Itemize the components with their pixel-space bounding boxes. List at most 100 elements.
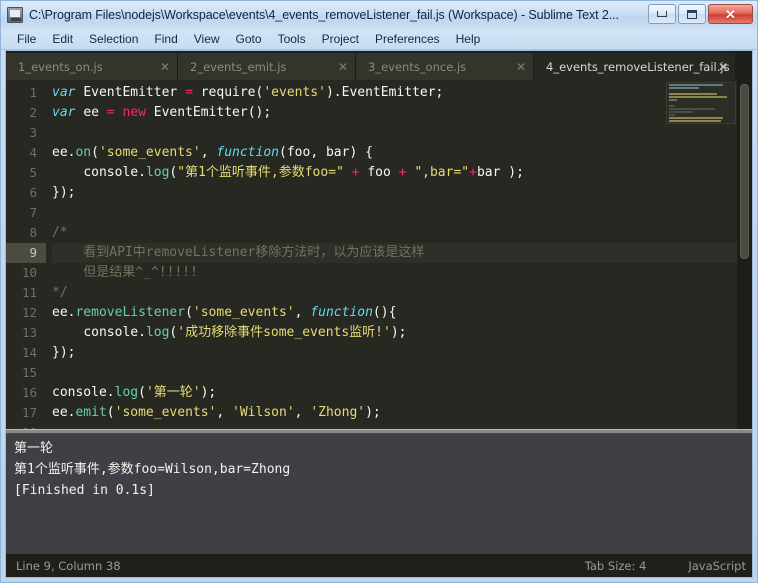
code-line-5: console.log("第1个监听事件,参数foo=" + foo + ",b… xyxy=(83,165,524,180)
minimap-line xyxy=(669,84,723,86)
line-number: 12 xyxy=(21,305,37,320)
line-number: 8 xyxy=(29,225,37,240)
code-line-4: ee.on('some_events', function(foo, bar) … xyxy=(52,145,373,160)
code-area[interactable]: 1 2 3 4 5 6 7 8 9 10 11 12 13 14 15 16 1… xyxy=(6,80,752,429)
menu-item-file[interactable]: File xyxy=(9,31,44,47)
tab-close-icon[interactable]: ✕ xyxy=(516,61,526,73)
minimize-icon xyxy=(657,11,667,17)
line-number: 3 xyxy=(29,125,37,140)
line-number: 15 xyxy=(21,365,37,380)
syntax-status[interactable]: JavaScript xyxy=(688,559,746,573)
minimap-line xyxy=(669,114,675,116)
menu-bar: File Edit Selection Find View Goto Tools… xyxy=(1,29,757,50)
sublime-text-window: C:\Program Files\nodejs\Workspace\events… xyxy=(0,0,758,583)
line-number: 16 xyxy=(21,385,37,400)
line-number: 10 xyxy=(21,265,37,280)
minimize-button[interactable] xyxy=(648,4,676,24)
minimap-line xyxy=(669,117,723,119)
code-line-1: var EventEmitter = require('events').Eve… xyxy=(52,85,444,100)
output-line: [Finished in 0.1s] xyxy=(14,483,155,498)
code-line-17: ee.emit('some_events', 'Wilson', 'Zhong'… xyxy=(52,405,381,420)
output-line: 第一轮 xyxy=(14,441,54,456)
line-number: 5 xyxy=(29,165,37,180)
window-title: C:\Program Files\nodejs\Workspace\events… xyxy=(29,8,619,22)
maximize-button[interactable] xyxy=(678,4,706,24)
close-icon: ✕ xyxy=(725,6,736,22)
cursor-position-status: Line 9, Column 38 xyxy=(16,558,121,573)
code-line-13: console.log('成功移除事件some_events监听!'); xyxy=(83,325,407,340)
menu-item-help[interactable]: Help xyxy=(448,31,489,47)
editor-shell: 1_events_on.js ✕ 2_events_emit.js ✕ 3_ev… xyxy=(5,50,753,578)
tab-size-status[interactable]: Tab Size: 4 xyxy=(585,559,647,573)
tab-label: 1_events_on.js xyxy=(18,59,103,74)
tab-label: 3_events_once.js xyxy=(368,59,467,74)
line-number: 17 xyxy=(21,405,37,420)
menu-item-preferences[interactable]: Preferences xyxy=(367,31,448,47)
line-number: 11 xyxy=(21,285,37,300)
tab-3-events-once[interactable]: 3_events_once.js ✕ xyxy=(356,53,534,80)
code-line-12: ee.removeListener('some_events', functio… xyxy=(52,305,397,320)
build-output-panel[interactable]: 第一轮 第1个监听事件,参数foo=Wilson,bar=Zhong [Fini… xyxy=(6,434,752,553)
code-line-8: /* xyxy=(52,225,68,240)
code-line-14: }); xyxy=(52,345,76,360)
line-number: 13 xyxy=(21,325,37,340)
sublime-app-icon xyxy=(7,7,23,23)
minimap-line xyxy=(669,123,677,124)
minimap-line xyxy=(669,96,727,98)
minimap-line xyxy=(669,120,721,122)
code-line-16: console.log('第一轮'); xyxy=(52,385,217,400)
menu-item-find[interactable]: Find xyxy=(146,31,185,47)
line-number: 6 xyxy=(29,185,37,200)
menu-item-tools[interactable]: Tools xyxy=(270,31,314,47)
tab-close-icon[interactable]: ✕ xyxy=(338,61,348,73)
menu-item-edit[interactable]: Edit xyxy=(44,31,81,47)
minimap-line xyxy=(669,105,675,107)
minimap-line xyxy=(669,111,693,113)
tab-close-icon[interactable]: ✕ xyxy=(718,61,728,73)
tab-2-events-emit[interactable]: 2_events_emit.js ✕ xyxy=(178,53,356,80)
line-number: 1 xyxy=(29,85,37,100)
maximize-icon xyxy=(687,9,697,19)
minimap-line xyxy=(669,108,715,110)
menu-item-selection[interactable]: Selection xyxy=(81,31,146,47)
menu-item-view[interactable]: View xyxy=(186,31,228,47)
output-line: 第1个监听事件,参数foo=Wilson,bar=Zhong xyxy=(14,462,291,477)
tab-4-events-removelistener-fail[interactable]: 4_events_removeListener_fail.js ✕ xyxy=(534,53,736,80)
window-controls: ✕ xyxy=(648,4,753,24)
minimap-line xyxy=(669,87,699,89)
minimap[interactable] xyxy=(666,82,736,124)
tab-close-icon[interactable]: ✕ xyxy=(160,61,170,73)
scrollbar-thumb[interactable] xyxy=(740,84,749,259)
title-bar: C:\Program Files\nodejs\Workspace\events… xyxy=(1,1,757,29)
line-number-gutter: 1 2 3 4 5 6 7 8 9 10 11 12 13 14 15 16 1… xyxy=(6,80,46,429)
tab-label: 2_events_emit.js xyxy=(190,59,287,74)
minimap-line xyxy=(669,99,677,101)
tab-bar: 1_events_on.js ✕ 2_events_emit.js ✕ 3_ev… xyxy=(6,51,752,80)
line-number-active: 9 xyxy=(6,243,46,263)
line-number: 18 xyxy=(6,423,46,429)
status-bar-right: Tab Size: 4 JavaScript xyxy=(585,559,746,573)
close-button[interactable]: ✕ xyxy=(708,4,753,24)
menu-item-goto[interactable]: Goto xyxy=(228,31,270,47)
minimap-line xyxy=(669,93,717,95)
code-text[interactable]: var EventEmitter = require('events').Eve… xyxy=(46,80,752,429)
tab-label: 4_events_removeListener_fail.js xyxy=(546,59,730,74)
menu-item-project[interactable]: Project xyxy=(314,31,367,47)
status-bar: Line 9, Column 38 Tab Size: 4 JavaScript xyxy=(6,553,752,577)
tab-bar-filler xyxy=(736,53,752,80)
code-line-9: 看到API中removeListener移除方法时，以为应该是这样 xyxy=(52,243,752,263)
code-line-2: var ee = new EventEmitter(); xyxy=(52,105,272,120)
line-number: 2 xyxy=(29,105,37,120)
code-line-6: }); xyxy=(52,185,76,200)
line-number: 4 xyxy=(29,145,37,160)
line-number: 7 xyxy=(29,205,37,220)
code-line-10: 但是结果^_^!!!!! xyxy=(52,265,198,280)
line-number: 14 xyxy=(21,345,37,360)
vertical-scrollbar[interactable] xyxy=(737,80,752,429)
code-line-11: */ xyxy=(52,285,68,300)
tab-1-events-on[interactable]: 1_events_on.js ✕ xyxy=(6,53,178,80)
